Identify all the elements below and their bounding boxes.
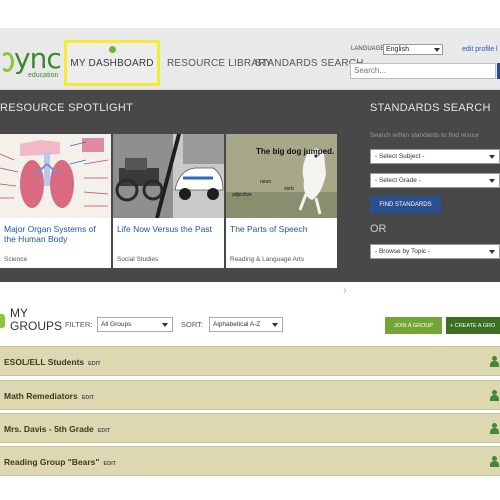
groups-icon xyxy=(0,314,5,328)
sort-select[interactable]: Alphabetical A-Z xyxy=(209,317,283,332)
browse-by-topic-select[interactable]: - Browse by Topic - xyxy=(370,244,500,259)
card-title[interactable]: The Parts of Speech xyxy=(230,224,335,234)
nav-my-dashboard-label: MY DASHBOARD xyxy=(70,57,154,69)
sync-logo[interactable]: ync education xyxy=(0,42,62,82)
find-standards-label: FIND STANDARDS xyxy=(379,201,432,208)
spotlight-card[interactable]: The big dog jumped. adjective noun verb … xyxy=(226,134,337,268)
language-label: LANGUAGE: xyxy=(351,46,387,52)
group-name-text: Reading Group "Bears" xyxy=(4,457,100,467)
logo-swoosh-icon xyxy=(0,52,14,72)
group-name-text: ESOL/ELL Students xyxy=(4,357,85,367)
spotlight-title: RESOURCE SPOTLIGHT xyxy=(0,102,134,114)
group-row[interactable]: Mrs. Davis - 5th Grade EDIT xyxy=(0,413,500,443)
group-name-text: Mrs. Davis - 5th Grade xyxy=(4,424,94,434)
filter-label: FILTER: xyxy=(65,320,93,329)
sort-label: SORT: xyxy=(181,320,203,329)
person-icon xyxy=(489,423,499,434)
language-value: English xyxy=(386,46,409,53)
create-group-button[interactable]: + CREATE A GRO xyxy=(446,317,500,334)
group-name[interactable]: Reading Group "Bears" EDIT xyxy=(4,457,116,467)
resource-spotlight: RESOURCE SPOTLIGHT Major Organ Systems o… xyxy=(0,90,500,297)
chevron-down-icon xyxy=(489,155,495,159)
select-grade[interactable]: - Select Grade - xyxy=(370,173,500,188)
chevron-down-icon xyxy=(434,48,440,52)
or-divider: OR xyxy=(370,223,387,235)
image-label-verb: verb xyxy=(284,186,294,192)
group-name-text: Math Remediators xyxy=(4,391,78,401)
site-search-input[interactable]: Search... xyxy=(350,63,496,79)
image-label-adjective: adjective xyxy=(232,192,252,198)
create-group-label: + CREATE A GRO xyxy=(450,322,496,329)
card-title[interactable]: Major Organ Systems of the Human Body xyxy=(4,224,109,244)
group-edit-link[interactable]: EDIT xyxy=(98,428,111,434)
language-select[interactable]: English xyxy=(383,44,443,55)
chevron-down-icon xyxy=(162,323,168,327)
card-category: Reading & Language Arts xyxy=(230,256,305,263)
group-name[interactable]: ESOL/ELL Students EDIT xyxy=(4,357,101,367)
nav-standards-search[interactable]: STANDARDS SEARCH xyxy=(255,58,364,69)
standards-search-title: STANDARDS SEARCH xyxy=(370,102,491,114)
search-placeholder: Search... xyxy=(354,66,387,75)
card-category: Social Studies xyxy=(117,256,159,263)
chevron-down-icon xyxy=(489,250,495,254)
group-name[interactable]: Mrs. Davis - 5th Grade EDIT xyxy=(4,424,110,434)
profile-menu-link[interactable]: l xyxy=(496,46,498,53)
join-group-label: JOIN A GROUP xyxy=(394,322,433,329)
select-subject[interactable]: - Select Subject - xyxy=(370,149,500,164)
chevron-down-icon xyxy=(489,179,495,183)
find-standards-button[interactable]: FIND STANDARDS xyxy=(370,196,441,213)
my-groups-title-line2: GROUPS xyxy=(10,319,63,333)
card-category: Science xyxy=(4,256,28,263)
image-label-noun: noun xyxy=(260,179,272,185)
spotlight-card[interactable]: Life Now Versus the Past Social Studies xyxy=(113,134,224,268)
standards-hint: Search within standards to find resour xyxy=(370,132,480,139)
group-name[interactable]: Math Remediators EDIT xyxy=(4,391,94,401)
group-edit-link[interactable]: EDIT xyxy=(88,361,101,367)
select-grade-value: - Select Grade - xyxy=(375,177,421,184)
filter-select[interactable]: All Groups xyxy=(97,317,173,332)
person-icon xyxy=(489,356,499,367)
filter-value: All Groups xyxy=(101,321,132,328)
active-indicator-icon xyxy=(109,46,116,53)
group-edit-link[interactable]: EDIT xyxy=(103,461,116,467)
browse-by-topic-value: - Browse by Topic - xyxy=(375,248,431,255)
cars-image xyxy=(113,134,224,218)
logo-text: ync xyxy=(14,42,62,75)
group-row[interactable]: Math Remediators EDIT xyxy=(0,380,500,410)
my-groups-header: MY GROUPS FILTER: All Groups SORT: Alpha… xyxy=(0,302,500,342)
join-group-button[interactable]: JOIN A GROUP xyxy=(385,317,442,334)
card-title[interactable]: Life Now Versus the Past xyxy=(117,224,222,234)
group-row[interactable]: Reading Group "Bears" EDIT xyxy=(0,446,500,476)
person-icon xyxy=(489,390,499,401)
image-caption: The big dog jumped. xyxy=(256,147,335,156)
edit-profile-link[interactable]: edit profile xyxy=(462,46,494,53)
chevron-right-icon[interactable]: › xyxy=(343,283,347,297)
spotlight-card[interactable]: Major Organ Systems of the Human Body Sc… xyxy=(0,134,111,268)
group-edit-link[interactable]: EDIT xyxy=(82,395,95,401)
nav-my-dashboard[interactable]: MY DASHBOARD xyxy=(64,40,160,86)
person-icon xyxy=(489,456,499,467)
logo-subtext: education xyxy=(28,72,59,79)
my-groups-title: MY GROUPS xyxy=(10,307,62,333)
chevron-down-icon xyxy=(272,323,278,327)
anatomy-image xyxy=(0,134,111,218)
group-row[interactable]: ESOL/ELL Students EDIT xyxy=(0,346,500,376)
site-header: ync education MY DASHBOARD RESOURCE LIBR… xyxy=(0,28,500,90)
sort-value: Alphabetical A-Z xyxy=(213,321,261,328)
top-margin xyxy=(0,0,500,28)
select-subject-value: - Select Subject - xyxy=(375,153,425,160)
